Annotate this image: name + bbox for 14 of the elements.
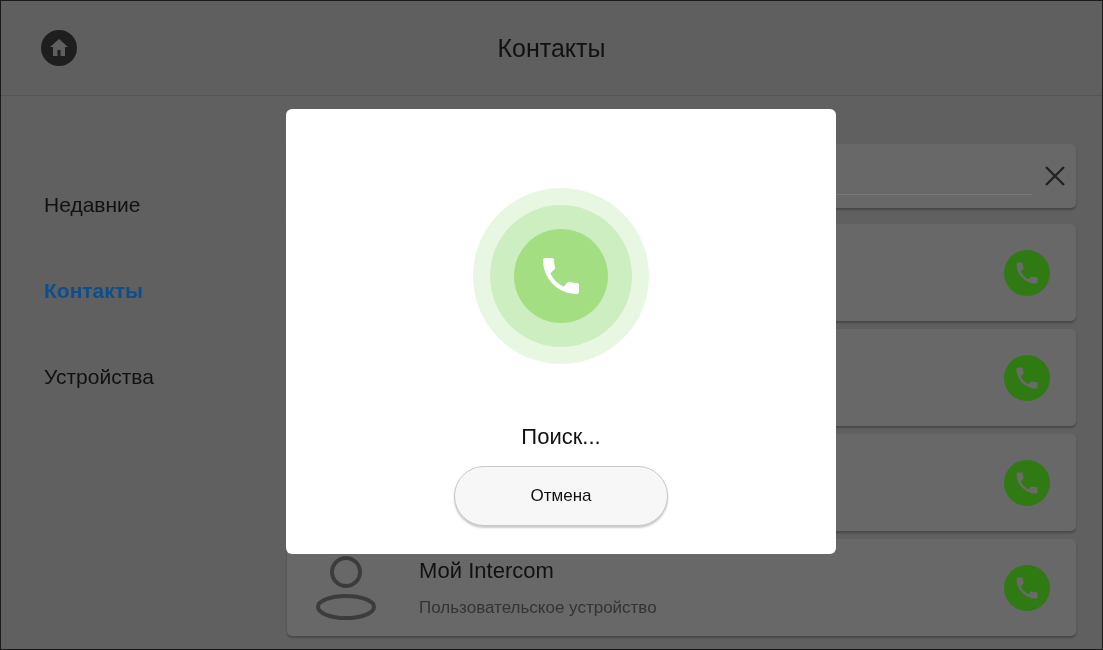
call-button[interactable] xyxy=(1004,249,1050,296)
close-icon[interactable] xyxy=(1044,165,1066,187)
sidebar-item[interactable]: Устройства xyxy=(44,365,154,389)
page-title: Контакты xyxy=(497,33,606,63)
calling-icon xyxy=(473,188,649,364)
sidebar-item[interactable]: Недавние xyxy=(44,193,141,217)
person-icon xyxy=(315,554,377,621)
call-button[interactable] xyxy=(1004,354,1050,401)
contact-name: Мой Intercom xyxy=(419,557,555,584)
status-text: Поиск... xyxy=(521,424,601,450)
cancel-button[interactable]: Отмена xyxy=(454,466,668,526)
home-icon[interactable] xyxy=(41,30,77,66)
call-button[interactable] xyxy=(1004,564,1050,611)
call-button[interactable] xyxy=(1004,459,1050,506)
